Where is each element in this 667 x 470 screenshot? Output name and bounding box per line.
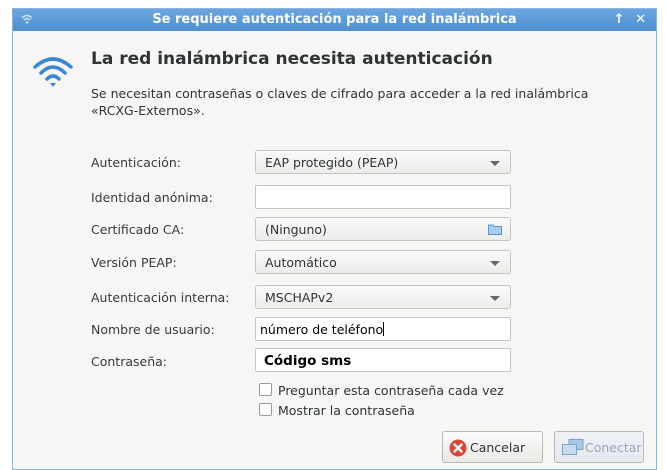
username-field[interactable]: número de teléfono: [255, 317, 511, 341]
connect-button[interactable]: Conectar: [554, 431, 644, 463]
ca-certificate-value: (Ninguno): [265, 222, 327, 237]
peap-version-combo[interactable]: Automático: [255, 250, 511, 274]
close-button[interactable]: ✕: [635, 12, 646, 27]
maximize-button[interactable]: ↑: [614, 12, 625, 27]
password-field[interactable]: Código sms: [255, 348, 511, 372]
show-password-label: Mostrar la contraseña: [278, 403, 415, 418]
title-bar[interactable]: Se requiere autenticación para la red in…: [13, 9, 656, 31]
ca-certificate-label: Certificado CA:: [91, 222, 185, 237]
chevron-down-icon: [490, 296, 500, 301]
cancel-button[interactable]: Cancelar: [442, 431, 543, 463]
dialog-description: Se necesitan contraseñas o claves de cif…: [91, 85, 631, 119]
peap-version-label: Versión PEAP:: [91, 255, 177, 270]
wifi-icon: [33, 57, 73, 87]
description-line-2: «RCXG-Externos».: [91, 103, 205, 118]
username-label: Nombre de usuario:: [91, 322, 215, 337]
chevron-down-icon: [490, 261, 500, 266]
anonymous-identity-field[interactable]: [255, 185, 511, 209]
anonymous-identity-label: Identidad anónima:: [91, 190, 213, 205]
ca-certificate-chooser[interactable]: (Ninguno): [255, 217, 511, 241]
text-cursor: [383, 322, 385, 336]
ask-password-label: Preguntar esta contraseña cada vez: [278, 383, 504, 398]
folder-icon: [488, 224, 502, 235]
peap-version-value: Automático: [265, 255, 337, 270]
authentication-value: EAP protegido (PEAP): [265, 155, 399, 170]
auth-dialog: Se requiere autenticación para la red in…: [12, 8, 657, 470]
password-value: Código sms: [264, 353, 352, 369]
description-line-1: Se necesitan contraseñas o claves de cif…: [91, 86, 589, 101]
checkbox-unchecked-icon: [259, 383, 272, 396]
window-title: Se requiere autenticación para la red in…: [152, 12, 517, 27]
dialog-heading: La red inalámbrica necesita autenticació…: [91, 49, 493, 69]
checkbox-unchecked-icon: [259, 403, 272, 416]
password-label: Contraseña:: [91, 354, 167, 369]
authentication-combo[interactable]: EAP protegido (PEAP): [255, 150, 511, 174]
inner-auth-value: MSCHAPv2: [265, 290, 334, 305]
username-value: número de teléfono: [260, 322, 384, 337]
inner-auth-label: Autenticación interna:: [91, 290, 230, 305]
connect-label: Conectar: [585, 440, 642, 455]
inner-auth-combo[interactable]: MSCHAPv2: [255, 285, 511, 309]
chevron-down-icon: [490, 161, 500, 166]
show-password-checkbox[interactable]: Mostrar la contraseña: [259, 403, 415, 418]
cancel-label: Cancelar: [470, 440, 526, 455]
authentication-label: Autenticación:: [91, 155, 182, 170]
ask-password-checkbox[interactable]: Preguntar esta contraseña cada vez: [259, 383, 504, 398]
cancel-icon: [449, 439, 467, 457]
network-connect-icon: [562, 439, 584, 455]
